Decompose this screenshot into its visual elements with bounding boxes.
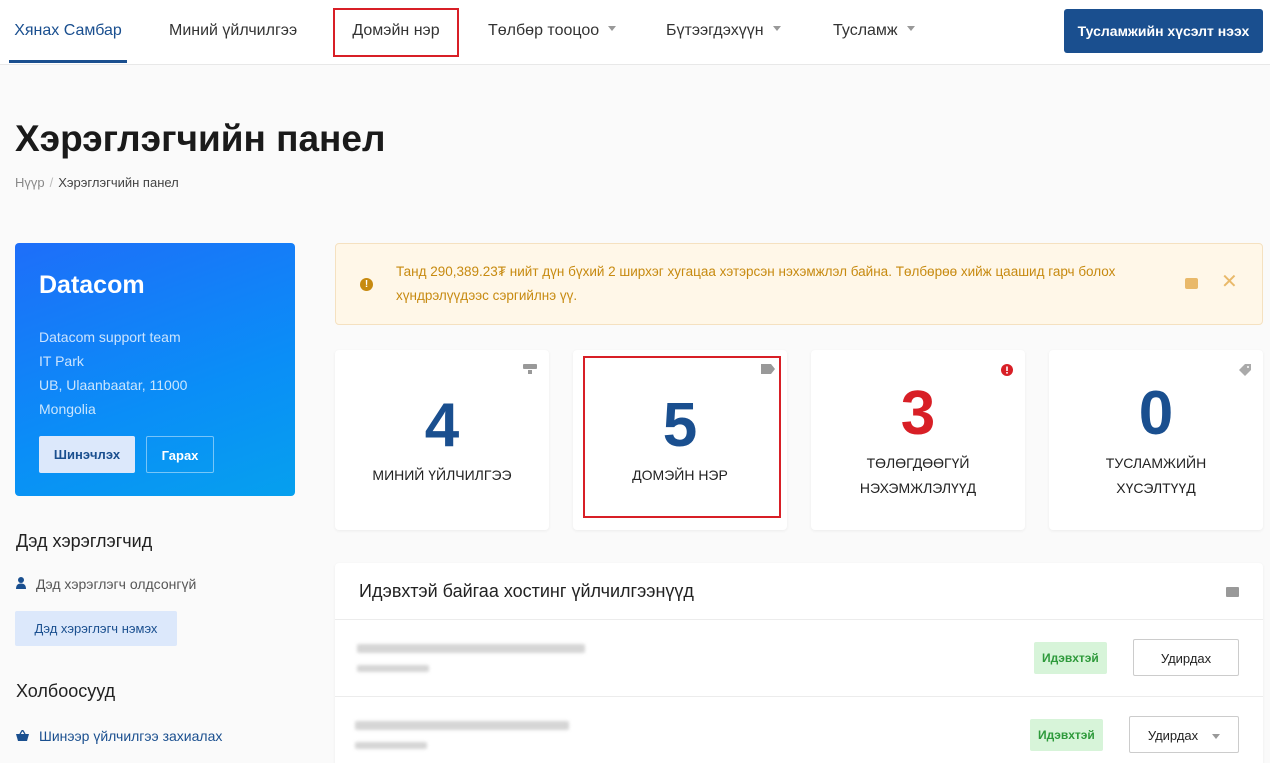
redacted-service-name — [355, 721, 569, 730]
nav-products-label: Бүтээгдэхүүн — [666, 22, 764, 39]
tag-icon — [761, 364, 775, 374]
manage-button[interactable]: Удирдах — [1133, 639, 1239, 676]
links-heading: Холбоосууд — [16, 681, 116, 701]
breadcrumb-separator: / — [49, 175, 54, 190]
ticket-icon — [1239, 364, 1251, 376]
basket-icon — [16, 728, 29, 744]
manage-label: Удирдах — [1147, 728, 1199, 743]
breadcrumb: Нүүр / Хэрэглэгчийн панел — [15, 175, 179, 190]
nav-my-services-label: Миний үйлчилгээ — [169, 22, 298, 39]
page-title: Хэрэглэгчийн панел — [15, 118, 386, 159]
subusers-heading: Дэд хэрэглэгчид — [16, 531, 153, 551]
chevron-down-icon — [608, 26, 617, 32]
table-row: Идэвхтэй Удирдах — [335, 697, 1263, 763]
logout-button[interactable]: Гарах — [146, 436, 214, 473]
stat-value: 3 — [900, 379, 936, 448]
nav-billing[interactable]: Төлбөр тооцоо — [488, 0, 617, 63]
redacted-service-name — [357, 644, 585, 653]
nav-my-services[interactable]: Миний үйлчилгээ — [169, 0, 297, 63]
address-line: Datacom support team — [39, 329, 181, 345]
overdue-invoice-alert: ! Танд 290,389.23₮ нийт дүн бүхий 2 ширх… — [335, 243, 1263, 325]
address-line: UB, Ulaanbaatar, 11000 — [39, 377, 188, 393]
profile-card: Datacom Datacom support team IT Park UB,… — [15, 243, 295, 496]
status-badge: Идэвхтэй — [1030, 719, 1103, 751]
profile-address: Datacom support team IT Park UB, Ulaanba… — [39, 325, 187, 421]
open-ticket-button[interactable]: Тусламжийн хүсэлт нээх — [1064, 9, 1263, 53]
server-icon — [523, 364, 537, 374]
stat-label: Домэйн нэр — [632, 467, 728, 483]
alert-message: Танд 290,389.23₮ нийт дүн бүхий 2 ширхэг… — [396, 264, 1116, 303]
stat-card-domains[interactable]: 5 Домэйн нэр — [573, 350, 787, 530]
panel-header: Идэвхтэй байгаа хостинг үйлчилгээнүүд — [335, 563, 1263, 620]
stat-value: 0 — [1138, 379, 1174, 448]
chevron-down-icon — [906, 26, 915, 32]
stat-card-tickets[interactable]: 0 Тусламжийн хүсэлтүүд — [1049, 350, 1263, 530]
nav-products[interactable]: Бүтээгдэхүүн — [666, 0, 781, 63]
order-new-service-link[interactable]: Шинээр үйлчилгээ захиалах — [16, 728, 222, 744]
folder-icon[interactable] — [1185, 278, 1198, 289]
stat-card-services[interactable]: 4 Миний үйлчилгээ — [335, 350, 549, 530]
renew-button[interactable]: Шинэчлэх — [39, 436, 135, 473]
order-new-service-label: Шинээр үйлчилгээ захиалах — [39, 728, 223, 744]
nav-domains-label: Домэйн нэр — [352, 22, 440, 39]
stat-label-line: хүсэлтүүд — [1116, 480, 1196, 496]
server-icon — [1226, 587, 1239, 597]
subusers-empty: Дэд хэрэглэгч олдсонгүй — [16, 576, 196, 592]
profile-name: Datacom — [39, 271, 145, 299]
active-hosting-panel: Идэвхтэй байгаа хостинг үйлчилгээнүүд Ид… — [335, 563, 1263, 763]
nav-support[interactable]: Тусламж — [833, 0, 915, 63]
warning-icon: ! — [360, 278, 373, 291]
manage-dropdown-button[interactable]: Удирдах — [1129, 716, 1239, 753]
redacted-service-domain — [357, 665, 429, 672]
table-row: Идэвхтэй Удирдах — [335, 620, 1263, 697]
user-icon — [16, 576, 26, 592]
stat-card-invoices[interactable]: 3 Төлөгдөөгүй нэхэмжлэлүүд — [811, 350, 1025, 530]
breadcrumb-home[interactable]: Нүүр — [15, 175, 45, 190]
status-badge: Идэвхтэй — [1034, 642, 1107, 674]
address-line: IT Park — [39, 353, 84, 369]
stat-label: Тусламжийн хүсэлтүүд — [1049, 451, 1263, 501]
stat-label-line: Тусламжийн — [1105, 455, 1207, 471]
redacted-service-domain — [355, 742, 427, 749]
stat-label: Төлөгдөөгүй нэхэмжлэлүүд — [811, 451, 1025, 501]
panel-title: Идэвхтэй байгаа хостинг үйлчилгээнүүд — [359, 581, 694, 601]
nav-dashboard[interactable]: Хянах Самбар — [9, 0, 127, 63]
stat-label-line: Төлөгдөөгүй — [866, 455, 970, 471]
nav-support-label: Тусламж — [833, 22, 898, 39]
stat-label: Миний үйлчилгээ — [372, 467, 512, 483]
breadcrumb-current: Хэрэглэгчийн панел — [58, 175, 179, 190]
nav-domains[interactable]: Домэйн нэр — [333, 8, 459, 57]
stat-value: 4 — [424, 391, 460, 460]
top-navigation: Хянах Самбар Миний үйлчилгээ Домэйн нэр … — [0, 0, 1270, 65]
stat-label-line: нэхэмжлэлүүд — [859, 480, 977, 496]
nav-dashboard-label: Хянах Самбар — [14, 22, 122, 39]
chevron-down-icon — [772, 26, 781, 32]
stat-value: 5 — [662, 391, 698, 460]
chevron-down-icon — [1212, 734, 1221, 740]
nav-billing-label: Төлбөр тооцоо — [488, 22, 600, 39]
close-icon[interactable]: ✕ — [1221, 272, 1238, 292]
alert-icon — [1001, 364, 1013, 376]
add-subuser-button[interactable]: Дэд хэрэглэгч нэмэх — [15, 611, 177, 646]
address-line: Mongolia — [39, 401, 96, 417]
subusers-empty-text: Дэд хэрэглэгч олдсонгүй — [36, 576, 197, 592]
